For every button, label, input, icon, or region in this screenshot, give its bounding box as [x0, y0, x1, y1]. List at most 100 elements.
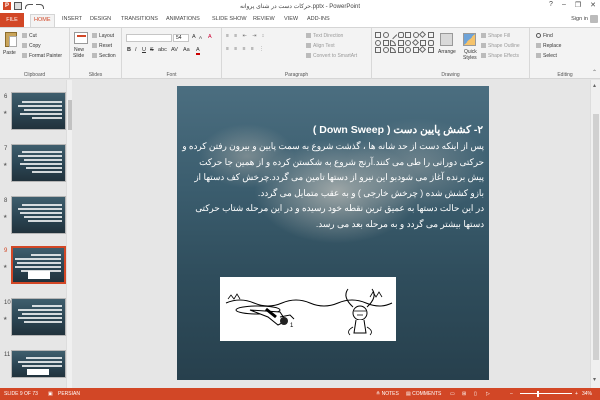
tab-insert[interactable]: INSERT: [62, 16, 82, 22]
change-case-button[interactable]: Aa: [183, 47, 190, 53]
quick-styles-icon[interactable]: [463, 33, 476, 46]
underline-button[interactable]: U: [142, 47, 146, 53]
editor-vertical-scrollbar[interactable]: ▴ ▾: [590, 80, 600, 388]
cut-button[interactable]: Cut: [22, 33, 37, 39]
shape-rectangle-icon[interactable]: [427, 47, 434, 53]
notes-button[interactable]: ≙ NOTES: [376, 391, 399, 397]
shape-effects-button[interactable]: Shape Effects: [481, 53, 519, 59]
tab-slide-show[interactable]: SLIDE SHOW: [212, 16, 247, 22]
language-indicator[interactable]: PERSIAN: [58, 391, 80, 397]
slide-thumbnail[interactable]: [11, 196, 66, 234]
shape-rectangle-icon[interactable]: [375, 32, 381, 38]
tab-file[interactable]: FILE: [0, 13, 24, 27]
spellcheck-icon[interactable]: ▣: [48, 391, 53, 397]
shape-rectangle-icon[interactable]: [412, 47, 419, 53]
tab-transitions[interactable]: TRANSITIONS: [121, 16, 158, 22]
shape-oval-icon[interactable]: [405, 39, 411, 46]
shape-rectangle-icon[interactable]: [382, 39, 389, 46]
new-slide-icon[interactable]: [74, 32, 88, 44]
shape-rectangle-icon[interactable]: [405, 32, 411, 38]
convert-smartart-button[interactable]: Convert to SmartArt: [306, 53, 357, 59]
font-color-button[interactable]: A: [196, 47, 200, 55]
text-direction-button[interactable]: Text Direction: [306, 33, 343, 39]
restore-button[interactable]: ❐: [575, 1, 581, 9]
shape-rectangle-icon[interactable]: [397, 47, 404, 53]
arrange-button[interactable]: Arrange: [438, 49, 456, 55]
slide-thumbnail[interactable]: [11, 298, 66, 336]
slide-thumbnail[interactable]: [11, 350, 66, 378]
arrange-icon[interactable]: [440, 33, 453, 46]
replace-button[interactable]: Replace: [536, 43, 561, 49]
help-button[interactable]: ?: [549, 1, 553, 9]
strikethrough-button[interactable]: S: [150, 47, 154, 53]
zoom-out-button[interactable]: –: [510, 391, 513, 397]
shape-diamond-icon[interactable]: [418, 30, 427, 39]
shape-outline-button[interactable]: Shape Outline: [481, 43, 520, 49]
shape-oval-icon[interactable]: [405, 47, 411, 53]
align-text-button[interactable]: Align Text: [306, 43, 335, 49]
collapse-ribbon-icon[interactable]: ⌃: [592, 69, 597, 76]
avatar[interactable]: [590, 15, 598, 23]
tab-design[interactable]: DESIGN: [90, 16, 111, 22]
shape-diamond-icon[interactable]: [418, 45, 427, 54]
shape-oval-icon[interactable]: [375, 39, 381, 46]
select-button[interactable]: Select: [536, 53, 557, 59]
tab-view[interactable]: VIEW: [284, 16, 298, 22]
reading-view-icon[interactable]: ▯: [474, 391, 477, 397]
editor-scroll-thumb[interactable]: [593, 114, 599, 360]
slide-thumbnail-selected[interactable]: [11, 246, 66, 284]
slide-title[interactable]: ۲- کشش پایین دست ( Down Sweep ): [183, 124, 483, 136]
shapes-gallery[interactable]: [375, 30, 434, 62]
font-size-select[interactable]: 54: [173, 34, 189, 42]
scroll-down-icon[interactable]: ▾: [593, 376, 596, 383]
shape-line-icon[interactable]: [388, 30, 398, 40]
slide-sorter-icon[interactable]: ⊞: [462, 391, 466, 397]
format-painter-button[interactable]: Format Painter: [22, 53, 62, 59]
slideshow-icon[interactable]: ▷: [486, 391, 490, 397]
tab-review[interactable]: REVIEW: [253, 16, 275, 22]
zoom-in-button[interactable]: +: [575, 391, 578, 397]
minimize-button[interactable]: –: [562, 1, 566, 9]
character-spacing-button[interactable]: AV: [171, 47, 178, 53]
shape-rectangle-icon[interactable]: [420, 39, 426, 46]
copy-button[interactable]: Copy: [22, 43, 41, 49]
section-button[interactable]: Section: [92, 53, 116, 59]
scroll-up-icon[interactable]: ▴: [593, 82, 596, 89]
sign-in-link[interactable]: Sign in: [571, 16, 588, 22]
normal-view-icon[interactable]: ▭: [450, 391, 455, 397]
shape-rectangle-icon[interactable]: [375, 47, 381, 53]
shape-oval-icon[interactable]: [382, 47, 389, 53]
shrink-font-button[interactable]: A: [199, 35, 202, 40]
slide-thumbnail[interactable]: [11, 92, 66, 130]
close-button[interactable]: ✕: [590, 1, 596, 9]
paste-icon[interactable]: [5, 32, 17, 47]
alignment-buttons[interactable]: ≡ ≡ ≡ ≡ ⋮: [226, 46, 266, 52]
reset-button[interactable]: Reset: [92, 43, 112, 49]
tab-animations[interactable]: ANIMATIONS: [166, 16, 200, 22]
shape-rectangle-icon[interactable]: [397, 39, 404, 46]
find-button[interactable]: Find: [536, 33, 553, 39]
shape-rounded-rectangle-icon[interactable]: [397, 32, 404, 38]
shape-arc-icon[interactable]: [390, 39, 396, 46]
shape-arc-icon[interactable]: [390, 47, 396, 53]
paste-button[interactable]: Paste: [3, 50, 16, 56]
zoom-level[interactable]: 34%: [582, 391, 592, 397]
comments-button[interactable]: ▤ COMMENTS: [406, 391, 441, 397]
zoom-slider[interactable]: [520, 393, 572, 394]
shape-rounded-rectangle-icon[interactable]: [427, 39, 434, 46]
layout-button[interactable]: Layout: [92, 33, 114, 39]
zoom-slider-thumb[interactable]: [537, 391, 539, 397]
tab-home[interactable]: HOME: [30, 14, 55, 27]
swimmer-diagram-image[interactable]: 1: [220, 277, 396, 341]
grow-font-button[interactable]: A: [192, 34, 196, 40]
tab-add-ins[interactable]: ADD-INS: [307, 16, 330, 22]
clear-formatting-button[interactable]: A: [208, 34, 212, 40]
shape-diamond-icon[interactable]: [411, 38, 419, 46]
text-shadow-button[interactable]: abc: [158, 47, 167, 53]
italic-button[interactable]: I: [135, 47, 137, 53]
slide-thumbnail[interactable]: [11, 144, 66, 182]
list-buttons[interactable]: ≡ ≡ ⇤ ⇥ ↕: [226, 33, 266, 39]
shape-fill-button[interactable]: Shape Fill: [481, 33, 510, 39]
quick-styles-label-2[interactable]: Styles: [463, 55, 477, 61]
font-name-select[interactable]: [126, 34, 172, 42]
